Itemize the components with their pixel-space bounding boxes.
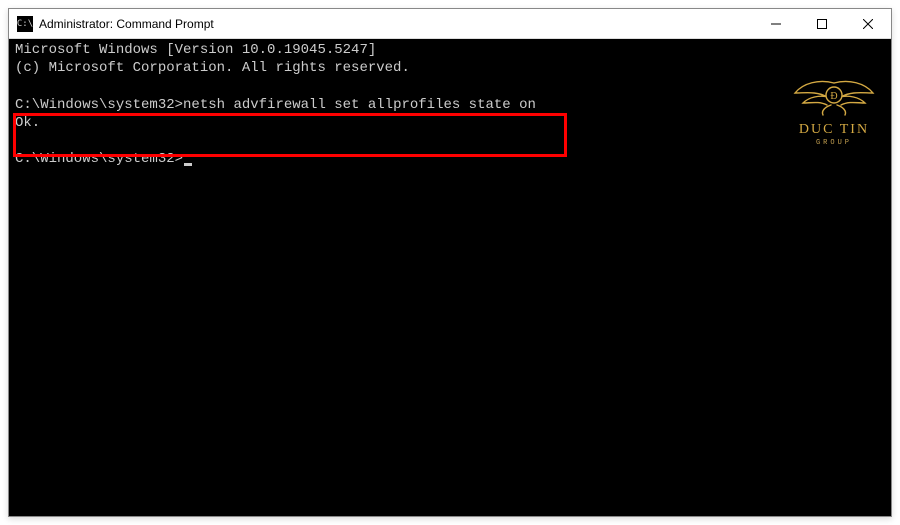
- prompt-path: C:\Windows\system32>: [15, 97, 183, 113]
- window-title: Administrator: Command Prompt: [39, 17, 753, 31]
- app-icon: C:\: [17, 16, 33, 32]
- maximize-icon: [817, 19, 827, 29]
- command-line-1: C:\Windows\system32>netsh advfirewall se…: [15, 96, 885, 114]
- typed-command: netsh advfirewall set allprofiles state …: [183, 97, 536, 113]
- blank-line: [15, 132, 885, 150]
- result-line: Ok.: [15, 114, 885, 132]
- minimize-button[interactable]: [753, 9, 799, 39]
- prompt-path: C:\Windows\system32>: [15, 151, 183, 167]
- terminal-area[interactable]: Microsoft Windows [Version 10.0.19045.52…: [9, 39, 891, 516]
- maximize-button[interactable]: [799, 9, 845, 39]
- minimize-icon: [771, 19, 781, 29]
- command-line-2: C:\Windows\system32>: [15, 150, 885, 168]
- copyright-line: (c) Microsoft Corporation. All rights re…: [15, 59, 885, 77]
- close-button[interactable]: [845, 9, 891, 39]
- version-line: Microsoft Windows [Version 10.0.19045.52…: [15, 41, 885, 59]
- cursor: [184, 163, 192, 166]
- blank-line: [15, 77, 885, 95]
- close-icon: [863, 19, 873, 29]
- window-controls: [753, 9, 891, 38]
- titlebar[interactable]: C:\ Administrator: Command Prompt: [9, 9, 891, 39]
- command-prompt-window: C:\ Administrator: Command Prompt Micros…: [8, 8, 892, 517]
